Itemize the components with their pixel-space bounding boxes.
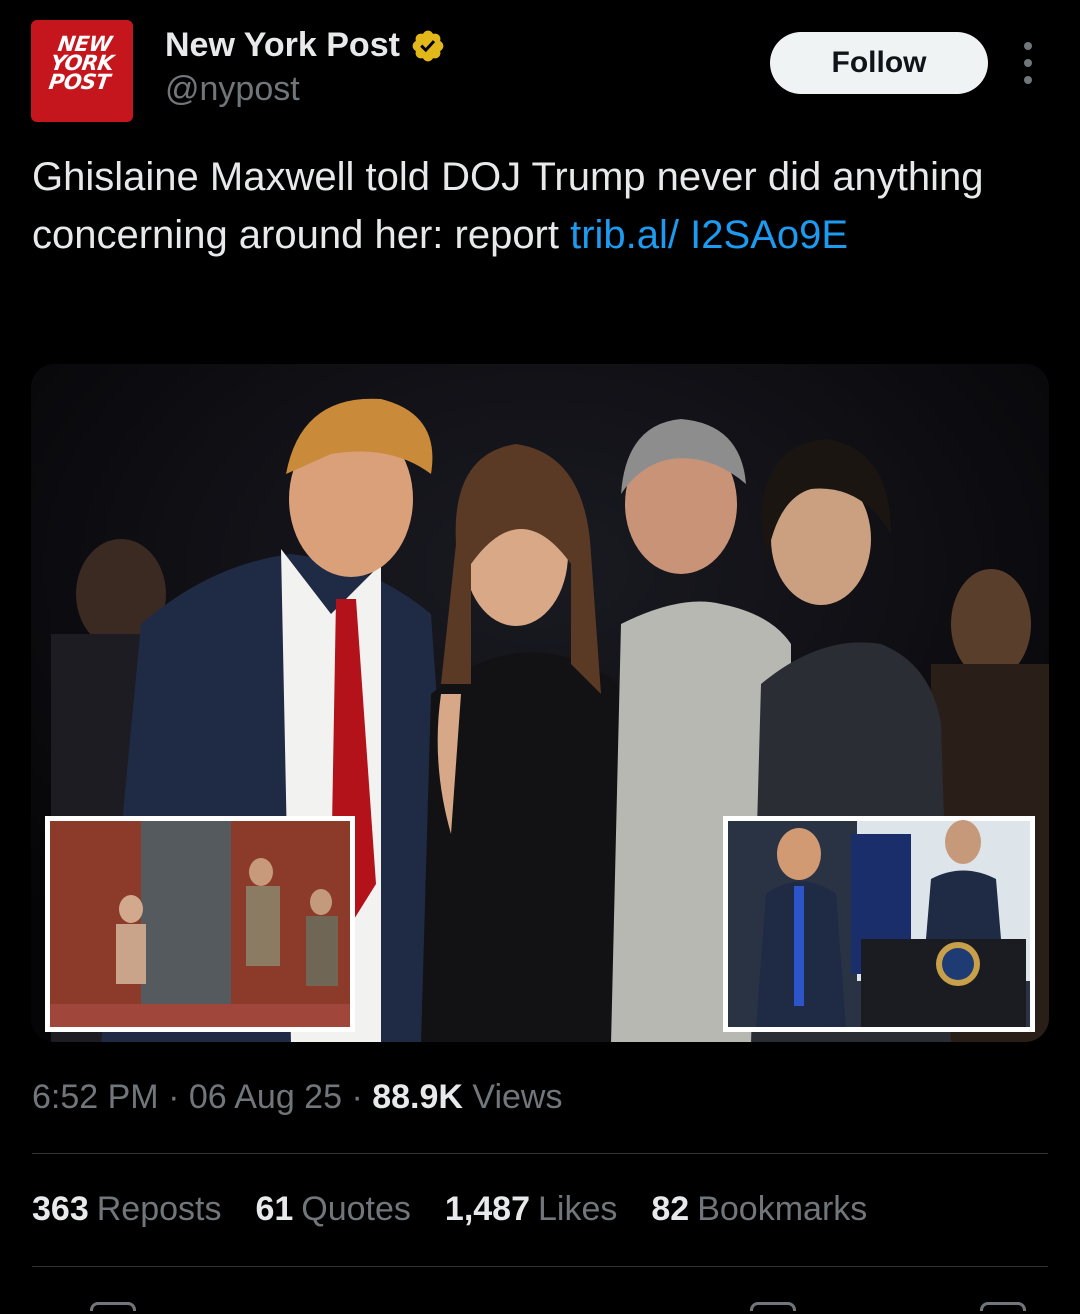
- stat-likes[interactable]: 1,487 Likes: [445, 1190, 617, 1229]
- tweet-link[interactable]: trib.al/ I2SAo9E: [570, 213, 848, 257]
- stat-quotes[interactable]: 61 Quotes: [255, 1190, 410, 1229]
- account-handle[interactable]: @nypost: [165, 70, 300, 109]
- more-options-icon[interactable]: [1016, 42, 1040, 84]
- engagement-stats: 363 Reposts 61 Quotes 1,487 Likes 82 Bookmar…: [32, 1190, 867, 1229]
- avatar[interactable]: NEW YORK POST: [31, 20, 133, 122]
- display-name[interactable]: New York Post: [165, 26, 400, 65]
- tweet-meta: 6:52 PM · 06 Aug 25 · 88.9K Views: [32, 1078, 562, 1117]
- tweet-photo[interactable]: [31, 364, 1049, 1042]
- tweet-date: 06 Aug 25: [188, 1078, 342, 1116]
- divider: [32, 1266, 1048, 1267]
- verified-badge-icon: [412, 30, 444, 61]
- account-name-row[interactable]: New York Post: [165, 26, 446, 65]
- stat-reposts[interactable]: 363 Reposts: [32, 1190, 221, 1229]
- divider: [32, 1153, 1048, 1154]
- tweet-text: Ghislaine Maxwell told DOJ Trump never d…: [32, 148, 1042, 264]
- tweet-time: 6:52 PM: [32, 1078, 159, 1116]
- meta-separator: ·: [158, 1078, 189, 1116]
- action-bar: [32, 1294, 1048, 1314]
- stat-bookmarks[interactable]: 82 Bookmarks: [651, 1190, 867, 1229]
- meta-separator: ·: [342, 1078, 373, 1116]
- views-count: 88.9K: [372, 1078, 463, 1116]
- photo-illustration: [31, 364, 1049, 1042]
- nypost-logo: NEW YORK POST: [47, 32, 116, 94]
- views-label: Views: [462, 1078, 563, 1116]
- follow-button[interactable]: Follow: [770, 32, 988, 94]
